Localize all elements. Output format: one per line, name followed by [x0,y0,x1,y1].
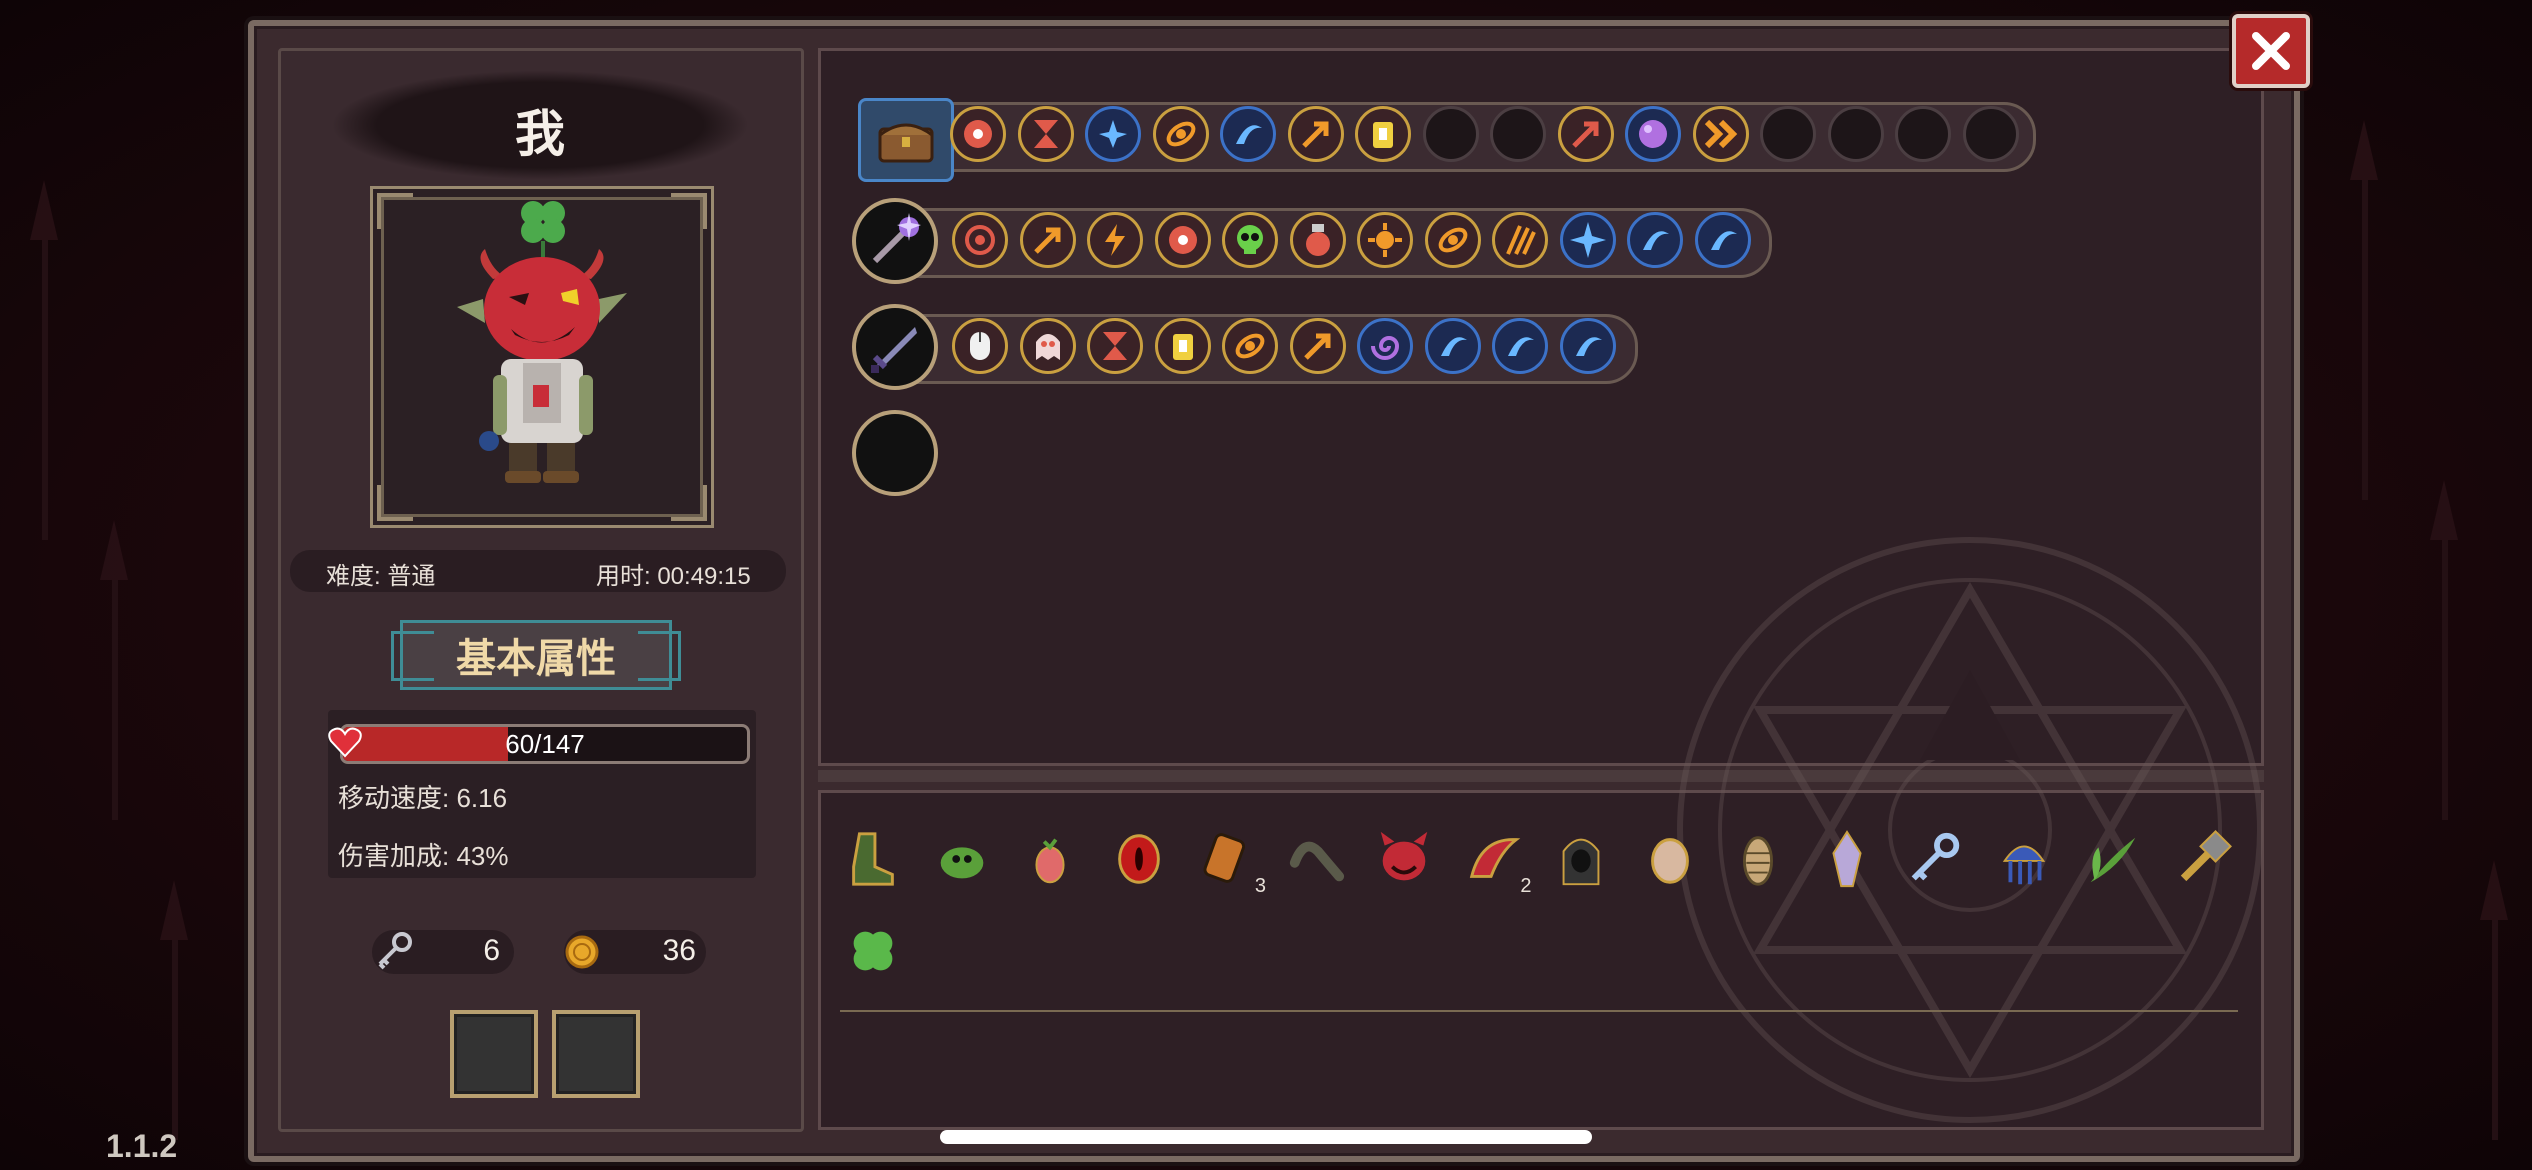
item-count: 3 [1254,875,1266,897]
boot-icon[interactable] [840,826,906,892]
crystal-icon[interactable] [1814,826,1880,892]
skull-green-icon[interactable] [1222,212,1278,268]
scroll-icon[interactable]: 3 [1194,826,1266,897]
lantern-yellow-icon[interactable] [1355,106,1411,162]
empty-weapon-slot[interactable] [852,410,938,496]
wave-blue-icon[interactable] [1492,318,1548,374]
damage-bonus-stat: 伤害加成: 43% [338,841,509,871]
wave-blue-icon[interactable] [1694,212,1751,268]
sword-icon[interactable] [852,304,938,390]
coin-icon [565,935,599,969]
clover-icon[interactable] [840,918,906,984]
coin-count: 36 [662,934,696,967]
wave-blue-icon[interactable] [1424,318,1481,374]
claws-orange-icon[interactable] [1492,212,1548,268]
version-label: 1.1.2 [106,1128,178,1164]
wave-blue-icon[interactable] [1559,318,1616,374]
goblin-character-icon [377,193,707,521]
inventory-separator [840,1010,2238,1012]
lantern-yellow-icon[interactable] [1154,318,1211,374]
empty-skill-slot[interactable] [1962,106,2019,162]
home-indicator [940,1130,1592,1144]
arrows-up-orange-icon[interactable] [1019,212,1076,268]
key-icon[interactable] [1902,826,1968,892]
item-count: 2 [1520,875,1532,897]
green-blob-icon[interactable] [929,826,995,892]
orbit-orange-icon[interactable] [1424,212,1481,268]
close-icon [2252,32,2290,70]
equip-slot-2[interactable] [552,1010,640,1098]
cocoon-icon[interactable] [1725,826,1791,892]
health-bar: 60/147 [340,724,750,764]
key-icon [378,932,412,970]
double-chevron-orange-icon[interactable] [1692,106,1749,162]
wave-blue-icon[interactable] [1220,106,1276,162]
arrow-up-right-orange-icon[interactable] [1289,318,1346,374]
red-horn-icon[interactable]: 2 [1460,826,1532,897]
heart-icon [328,727,362,758]
move-speed-stat: 移动速度: 6.16 [338,783,508,813]
staff-icon[interactable] [852,198,938,284]
worm-icon[interactable] [1283,826,1349,892]
equip-slot-1[interactable] [450,1010,538,1098]
empty-skill-slot[interactable] [1422,106,1479,162]
empty-skill-slot[interactable] [1895,106,1951,162]
flower-red-icon[interactable] [950,106,1006,162]
sprout-icon[interactable] [2079,826,2145,892]
hammer-icon[interactable] [2168,826,2234,892]
character-portrait [370,186,714,528]
arrow-up-red-icon[interactable] [1557,106,1614,162]
empty-skill-slot[interactable] [1490,106,1546,162]
hood-icon[interactable] [1548,826,1614,892]
empty-skill-slot[interactable] [1827,106,1884,162]
close-button[interactable] [2232,14,2310,88]
empty-skill-slot[interactable] [1760,106,1816,162]
sun-orange-icon[interactable] [1357,212,1413,268]
tab-basic-attributes[interactable]: 基本属性 [391,620,681,690]
target-red-icon[interactable] [952,212,1008,268]
orbit-orange-icon[interactable] [1222,318,1278,374]
purple-gem-icon[interactable] [1625,106,1681,162]
difficulty-label: 难度: 普通 [326,563,436,590]
lightning-orange-icon[interactable] [1087,212,1143,268]
egg-icon[interactable] [1637,826,1703,892]
demon-mask-icon[interactable] [1371,826,1437,892]
hourglass-red-icon[interactable] [1087,318,1143,374]
vortex-purple-icon[interactable] [1357,318,1413,374]
key-count: 6 [483,934,500,967]
ghost-red-icon[interactable] [1019,318,1076,374]
sparkle-blue-icon[interactable] [1559,212,1616,268]
jellyfish-icon[interactable] [1991,826,2057,892]
orbit-orange-icon[interactable] [1152,106,1209,162]
time-label: 用时: 00:49:15 [596,563,751,590]
crescent-blue-icon[interactable] [1627,212,1683,268]
hourglass-red-icon[interactable] [1017,106,1074,162]
radish-icon[interactable] [1017,826,1083,892]
mouse-white-icon[interactable] [952,318,1008,374]
potion-red-icon[interactable] [1289,212,1346,268]
red-eye-icon[interactable] [1106,826,1172,892]
chest-icon[interactable] [858,98,954,182]
splash-blue-icon[interactable] [1085,106,1141,162]
flower-red-icon[interactable] [1154,212,1211,268]
health-text: 60/147 [505,729,585,759]
arrow-up-right-orange-icon[interactable] [1287,106,1344,162]
player-name: 我 [515,105,565,163]
